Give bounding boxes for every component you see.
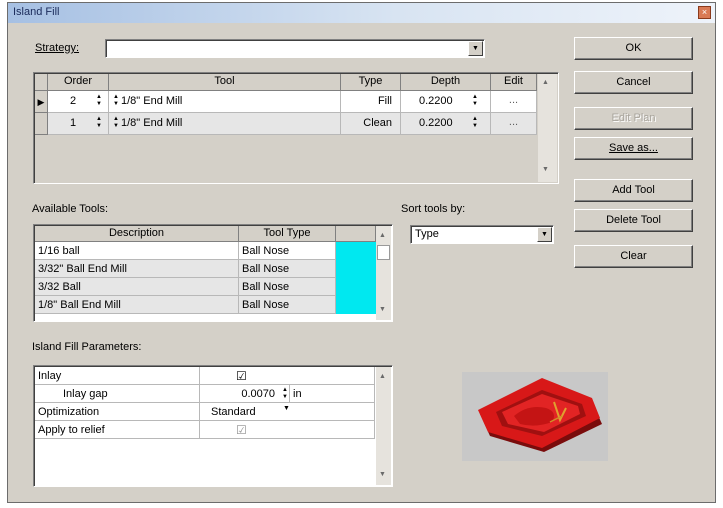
edit-cell-button[interactable]: ... — [491, 91, 537, 113]
type-cell[interactable]: Fill — [341, 91, 401, 113]
tool-color-swatch — [336, 278, 376, 296]
tool-description: 3/32" Ball End Mill — [35, 260, 239, 278]
sort-dropdown[interactable]: Type ▼ — [410, 225, 554, 244]
clear-button[interactable]: Clear — [574, 245, 693, 268]
island-fill-preview — [462, 372, 608, 461]
sort-value: Type — [415, 228, 439, 240]
depth-spinner[interactable]: ▲ ▼ — [471, 94, 479, 108]
island-fill-dialog: Island Fill × Strategy: ▼ Order Tool Typ… — [7, 2, 716, 503]
scroll-up-icon[interactable]: ▲ — [379, 373, 386, 380]
col-header-edit[interactable]: Edit — [491, 74, 537, 91]
param-row-apply-to-relief[interactable]: Apply to relief ☑ — [35, 421, 375, 439]
chevron-down-icon[interactable]: ▼ — [468, 41, 483, 56]
list-item[interactable]: 1/8" Ball End Mill Ball Nose — [35, 296, 376, 314]
order-table: Order Tool Type Depth Edit ▶ 2 ▲ ▼ 1/8" E… — [33, 72, 559, 184]
strategy-dropdown[interactable]: ▼ — [105, 39, 485, 58]
order-table-scrollbar[interactable]: ▲ ▼ — [538, 74, 557, 182]
type-cell[interactable]: Clean — [341, 113, 401, 135]
param-name: Inlay — [35, 367, 200, 385]
available-tools-table: Description Tool Type 1/16 ball Ball Nos… — [33, 224, 393, 322]
apply-to-relief-checkbox[interactable]: ☑ — [200, 421, 375, 439]
params-scrollbar[interactable]: ▲ ▼ — [376, 367, 391, 485]
inlay-gap-input[interactable]: 0.0070 — [200, 385, 290, 403]
scroll-down-icon[interactable]: ▼ — [379, 306, 386, 313]
tool-color-swatch — [336, 296, 376, 314]
edit-plan-button[interactable]: Edit Plan — [574, 107, 693, 130]
chevron-down-icon[interactable]: ▼ — [537, 227, 552, 242]
tool-type: Ball Nose — [239, 260, 336, 278]
col-header-type[interactable]: Type — [341, 74, 401, 91]
col-header-order[interactable]: Order — [48, 74, 109, 91]
tool-description: 1/8" Ball End Mill — [35, 296, 239, 314]
tool-cell[interactable]: 1/8" End Mill — [109, 91, 341, 113]
delete-tool-button[interactable]: Delete Tool — [574, 209, 693, 232]
tool-color-swatch — [336, 260, 376, 278]
col-header-tool[interactable]: Tool — [109, 74, 341, 91]
tools-list-scrollbar[interactable]: ▲ ▼ — [376, 226, 391, 320]
row-header-corner — [35, 74, 48, 91]
inlay-gap-unit: in — [290, 385, 375, 403]
tool-color-swatch — [336, 242, 376, 260]
inlay-gap-spinner[interactable]: ▲ ▼ — [281, 387, 289, 401]
tool-spinner[interactable]: ▲ ▼ — [112, 116, 120, 130]
tool-description: 1/16 ball — [35, 242, 239, 260]
table-row[interactable]: 1 ▲ ▼ 1/8" End Mill ▲ ▼ Clean 0.2200 ▲ ▼ ..… — [35, 113, 537, 135]
param-row-inlay-gap[interactable]: Inlay gap 0.0070 ▲ ▼ in — [35, 385, 375, 403]
ok-button[interactable]: OK — [574, 37, 693, 60]
param-name: Apply to relief — [35, 421, 200, 439]
params-grid: Inlay ☑ Inlay gap 0.0070 ▲ ▼ in Optimizat… — [33, 365, 393, 487]
order-spinner[interactable]: ▲ ▼ — [95, 94, 103, 108]
tool-cell[interactable]: 1/8" End Mill — [109, 113, 341, 135]
col-header-color[interactable] — [336, 226, 376, 242]
tool-type: Ball Nose — [239, 278, 336, 296]
save-as-button[interactable]: Save as... — [574, 137, 693, 160]
scroll-thumb[interactable] — [377, 245, 390, 260]
list-item[interactable]: 1/16 ball Ball Nose — [35, 242, 376, 260]
scroll-up-icon[interactable]: ▲ — [379, 232, 386, 239]
chevron-down-icon[interactable]: ▼ — [283, 405, 290, 412]
tool-type: Ball Nose — [239, 296, 336, 314]
scroll-down-icon[interactable]: ▼ — [542, 166, 549, 173]
tool-type: Ball Nose — [239, 242, 336, 260]
window-title: Island Fill — [13, 6, 60, 18]
table-row[interactable]: ▶ 2 ▲ ▼ 1/8" End Mill ▲ ▼ Fill 0.2200 ▲ ▼ .… — [35, 91, 537, 113]
available-tools-label: Available Tools: — [32, 203, 109, 215]
list-item[interactable]: 3/32 Ball Ball Nose — [35, 278, 376, 296]
edit-cell-button[interactable]: ... — [491, 113, 537, 135]
order-spinner[interactable]: ▲ ▼ — [95, 116, 103, 130]
current-row-indicator: ▶ — [35, 91, 48, 113]
strategy-label: Strategy: — [35, 42, 80, 54]
param-row-optimization[interactable]: Optimization Standard ▼ — [35, 403, 375, 421]
list-item[interactable]: 3/32" Ball End Mill Ball Nose — [35, 260, 376, 278]
col-header-tool-type[interactable]: Tool Type — [239, 226, 336, 242]
param-row-inlay[interactable]: Inlay ☑ — [35, 367, 375, 385]
add-tool-button[interactable]: Add Tool — [574, 179, 693, 202]
cancel-button[interactable]: Cancel — [574, 71, 693, 94]
col-header-depth[interactable]: Depth — [401, 74, 491, 91]
title-bar[interactable]: Island Fill × — [8, 3, 715, 23]
scroll-up-icon[interactable]: ▲ — [542, 79, 549, 86]
param-name: Inlay gap — [35, 385, 200, 403]
tool-description: 3/32 Ball — [35, 278, 239, 296]
col-header-description[interactable]: Description — [35, 226, 239, 242]
inlay-checkbox[interactable]: ☑ — [200, 367, 375, 385]
tool-spinner[interactable]: ▲ ▼ — [112, 94, 120, 108]
row-indicator — [35, 113, 48, 135]
preview-model-image — [462, 372, 608, 461]
scroll-down-icon[interactable]: ▼ — [379, 471, 386, 478]
param-name: Optimization — [35, 403, 200, 421]
depth-spinner[interactable]: ▲ ▼ — [471, 116, 479, 130]
close-icon[interactable]: × — [698, 6, 711, 19]
params-label: Island Fill Parameters: — [32, 341, 142, 353]
sort-tools-label: Sort tools by: — [401, 203, 466, 215]
